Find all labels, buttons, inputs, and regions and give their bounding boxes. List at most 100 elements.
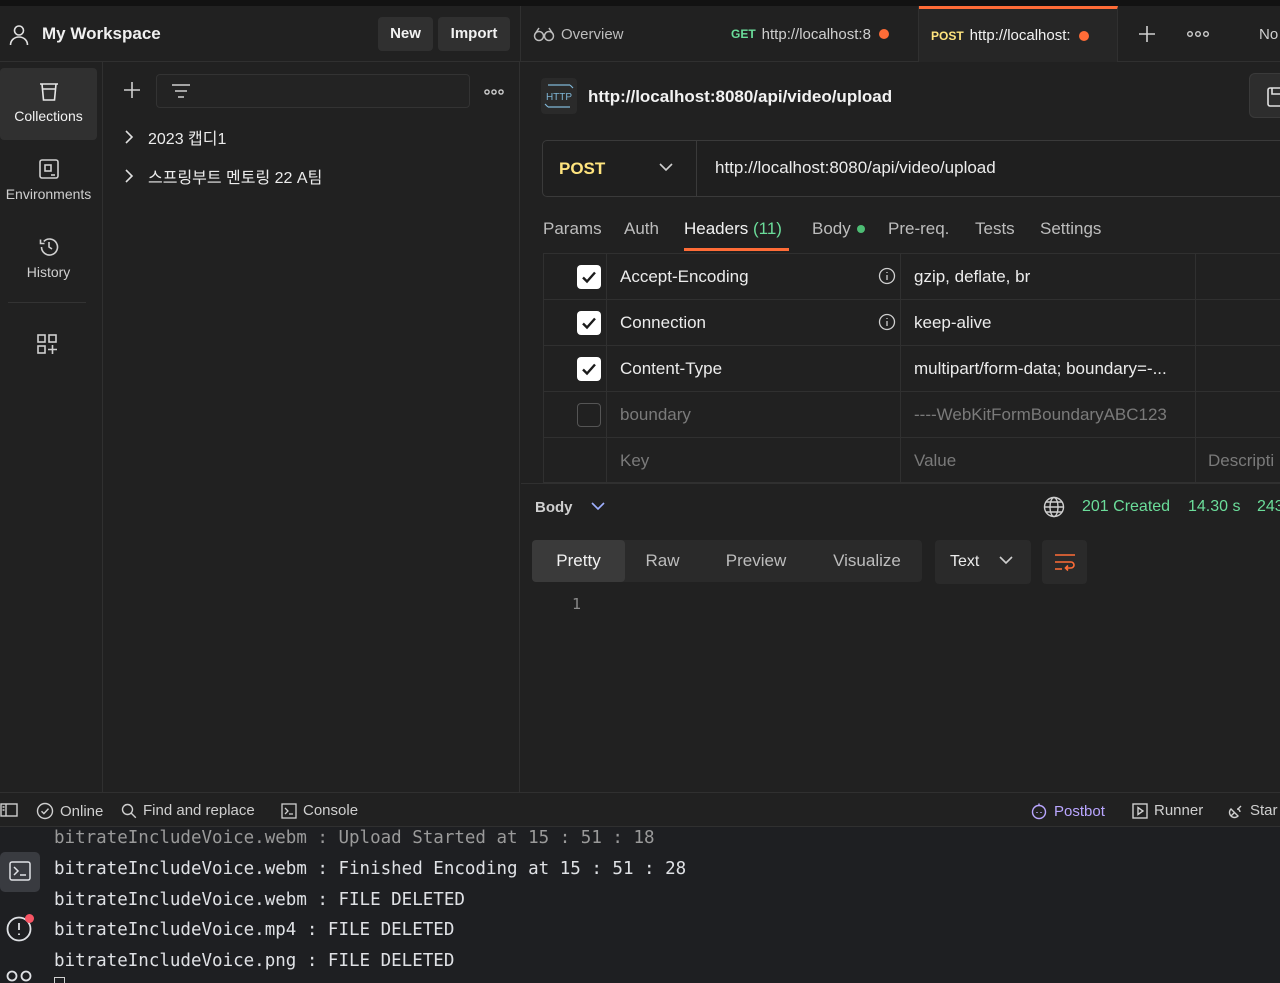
unsaved-dot-icon [878, 29, 889, 39]
sidebar-divider [8, 302, 86, 303]
tab-prereq[interactable]: Pre-req. [888, 219, 949, 239]
row-checkbox[interactable] [577, 311, 601, 335]
collections-search-input[interactable] [156, 74, 470, 108]
header-key[interactable]: Content-Type [620, 359, 722, 379]
tab-post-request[interactable]: POST http://localhost: [919, 6, 1118, 62]
collection-label: 2023 캡디1 [148, 131, 227, 148]
chevron-right-icon [124, 169, 134, 183]
more-horizontal-icon[interactable] [484, 88, 504, 96]
method-select[interactable]: POST [543, 141, 697, 196]
table-row: Content-Type multipart/form-data; bounda… [543, 346, 1280, 392]
collection-item[interactable]: 2023 캡디1 [124, 122, 226, 152]
online-label: Online [60, 802, 104, 820]
format-pretty[interactable]: Pretty [532, 540, 625, 582]
header-value[interactable]: keep-alive [914, 313, 992, 333]
format-raw[interactable]: Raw [625, 540, 700, 582]
find-and-replace[interactable]: Find and replace [121, 802, 255, 819]
response-status[interactable]: 201 Created [1082, 498, 1170, 516]
wrap-lines-button[interactable] [1042, 540, 1087, 584]
tab-overview[interactable]: Overview [521, 6, 721, 62]
tab-body[interactable]: Body [812, 219, 865, 239]
sidebar-item-environments[interactable]: Environments [0, 146, 97, 218]
info-icon[interactable] [878, 313, 896, 331]
user-icon[interactable] [9, 24, 29, 46]
import-button[interactable]: Import [438, 17, 510, 51]
body-indicator-dot-icon [856, 225, 865, 233]
tab-overview-label: Overview [561, 25, 624, 43]
environment-icon [0, 158, 97, 180]
line-number: 1 [572, 595, 582, 613]
terminal-line: bitrateIncludeVoice.mp4 : FILE DELETED [54, 920, 455, 940]
column-divider [1195, 346, 1196, 392]
ide-terminal: bitrateIncludeVoice.webm : Upload Starte… [0, 827, 1280, 983]
postbot-icon [1031, 803, 1047, 820]
collection-item[interactable]: 스프링부트 멘토링 22 A팀 [124, 161, 322, 191]
start-proxy-button[interactable]: Star [1228, 802, 1278, 819]
save-button[interactable] [1249, 73, 1280, 118]
header-value[interactable]: ----WebKitFormBoundaryABC123 [914, 405, 1167, 425]
new-button[interactable]: New [378, 17, 433, 51]
tab-tests[interactable]: Tests [975, 219, 1015, 239]
row-checkbox[interactable] [577, 357, 601, 381]
table-row: Accept-Encoding gzip, deflate, br [543, 254, 1280, 300]
filter-icon [171, 82, 191, 100]
chevron-down-icon [999, 556, 1013, 565]
tab-get-request[interactable]: GET http://localhost:8 [721, 6, 919, 62]
url-bar: POST http://localhost:8080/api/video/upl… [542, 140, 1280, 197]
new-value-input[interactable]: Value [914, 451, 956, 471]
header-key[interactable]: Accept-Encoding [620, 267, 749, 287]
globe-icon[interactable] [1043, 496, 1065, 518]
terminal-tool-button[interactable] [0, 852, 40, 892]
response-time[interactable]: 14.30 s [1188, 498, 1240, 516]
history-icon [0, 236, 97, 258]
tab-headers[interactable]: Headers (11) [684, 219, 782, 239]
url-input[interactable]: http://localhost:8080/api/video/upload [715, 158, 996, 178]
environment-selector[interactable]: No [1259, 26, 1278, 43]
row-checkbox[interactable] [577, 265, 601, 289]
runner-icon [1132, 802, 1148, 819]
chevron-down-icon[interactable] [591, 502, 605, 511]
wrap-lines-icon [1042, 552, 1087, 572]
info-icon[interactable] [878, 267, 896, 285]
runner-button[interactable]: Runner [1132, 802, 1203, 819]
response-size[interactable]: 243 [1257, 498, 1280, 516]
row-checkbox[interactable] [577, 403, 601, 427]
console-toggle[interactable]: Console [281, 802, 358, 819]
new-description-input[interactable]: Descripti [1208, 451, 1274, 471]
problems-icon[interactable] [6, 914, 34, 942]
toggle-sidebar-icon[interactable] [0, 803, 24, 817]
sidebar-item-history[interactable]: History [0, 224, 97, 296]
column-divider [900, 346, 901, 392]
online-status[interactable]: Online [36, 802, 103, 820]
row-checkbox-cell [543, 254, 607, 300]
request-tabs-bar: Overview GET http://localhost:8 POST htt… [520, 6, 1280, 62]
header-key[interactable]: boundary [620, 405, 691, 425]
tab-headers-label: Headers [684, 219, 749, 238]
request-name[interactable]: http://localhost:8080/api/video/upload [588, 87, 892, 107]
language-select[interactable]: Text [935, 540, 1031, 584]
sidebar-item-collections[interactable]: Collections [0, 68, 97, 140]
plus-icon[interactable] [1137, 24, 1157, 44]
format-preview[interactable]: Preview [700, 540, 812, 582]
tab-params[interactable]: Params [543, 219, 602, 239]
header-key[interactable]: Connection [620, 313, 706, 333]
postbot-label: Postbot [1054, 802, 1105, 820]
add-widget-icon[interactable] [36, 333, 58, 355]
sidebar-item-label: Collections [14, 108, 83, 124]
tab-settings[interactable]: Settings [1040, 219, 1101, 239]
headers-table: Accept-Encoding gzip, deflate, br Connec… [543, 253, 1280, 484]
new-key-input[interactable]: Key [620, 451, 649, 471]
format-visualize[interactable]: Visualize [812, 540, 922, 582]
postbot-button[interactable]: Postbot [1030, 802, 1105, 820]
start-label: Star [1250, 802, 1278, 819]
tab-auth[interactable]: Auth [624, 219, 659, 239]
response-body-toggle[interactable]: Body [535, 499, 573, 516]
plus-icon[interactable] [122, 80, 142, 100]
row-checkbox-cell [543, 346, 607, 392]
runner-label: Runner [1154, 802, 1204, 819]
header-value[interactable]: gzip, deflate, br [914, 267, 1030, 287]
workspace-title[interactable]: My Workspace [42, 24, 161, 44]
header-value[interactable]: multipart/form-data; boundary=-... [914, 359, 1167, 379]
services-icon[interactable] [6, 968, 34, 983]
more-horizontal-icon[interactable] [1187, 30, 1209, 38]
